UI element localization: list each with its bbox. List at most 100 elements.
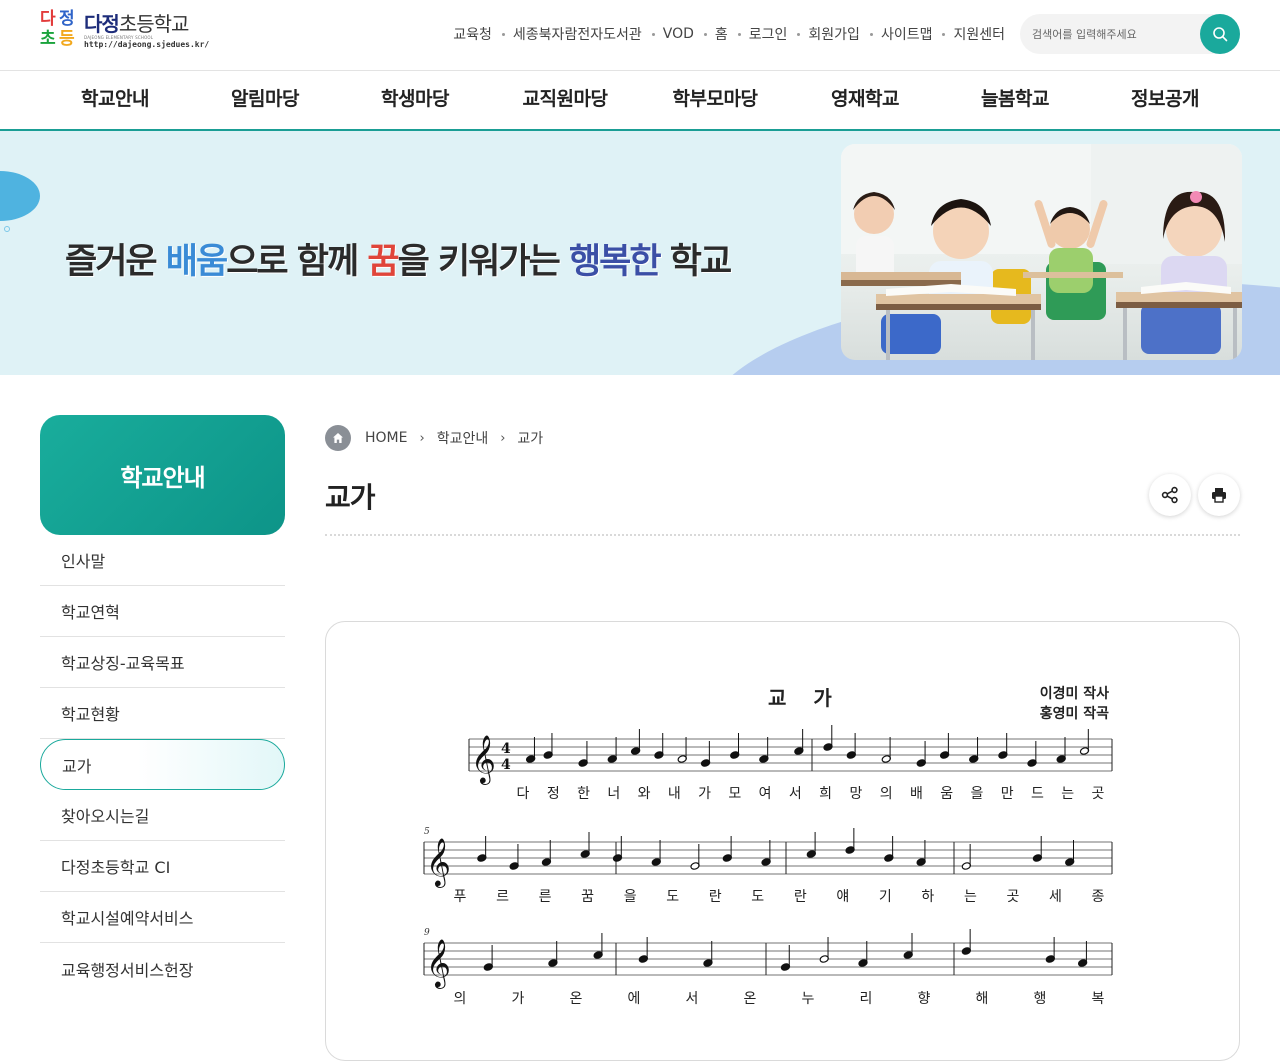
lyric-syllable: 누 [802, 991, 815, 1007]
util-link-e-library[interactable]: 세종북자람전자도서관 [492, 24, 642, 44]
breadcrumb-home[interactable]: HOME [365, 430, 407, 446]
lnb-title-box: 학교안내 [40, 415, 285, 535]
lyric-syllable: 곳 [1092, 786, 1105, 802]
gnb-school-info[interactable]: 학교안내 [40, 71, 190, 129]
breadcrumb-section[interactable]: 학교안내 [437, 428, 489, 448]
search-button[interactable] [1200, 14, 1240, 54]
lyric-syllable: 에 [628, 991, 641, 1007]
lyric-syllable: 드 [1031, 786, 1044, 802]
util-link-login[interactable]: 로그인 [728, 24, 788, 44]
lyric-syllable: 을 [971, 786, 984, 802]
gnb-staff[interactable]: 교직원마당 [490, 71, 640, 129]
util-link-sitemap[interactable]: 사이트맵 [860, 24, 933, 44]
lyric-syllable: 얘 [836, 889, 849, 905]
school-logo[interactable]: 다 정 초 등 다정초등학교 DAJEONG ELEMENTARY SCHOOL… [40, 10, 212, 52]
gnb-public-info[interactable]: 정보공개 [1090, 71, 1240, 129]
treble-clef-icon: 𝄞 [426, 837, 451, 888]
hero-slogan-part: 학교 [659, 242, 732, 282]
logo-mark: 다 정 초 등 [40, 11, 80, 51]
gnb-notice[interactable]: 알림마당 [190, 71, 340, 129]
side-menu-admin-charter[interactable]: 교육행정서비스헌장 [40, 943, 285, 994]
lyric-syllable: 란 [794, 889, 807, 905]
chevron-right-icon: › [419, 430, 425, 446]
lyric-syllable: 의 [454, 991, 467, 1007]
lyric-syllable: 서 [686, 991, 699, 1007]
lyric-syllable: 모 [728, 786, 741, 802]
lyric-syllable: 만 [1001, 786, 1014, 802]
hero-blob-decoration [0, 171, 40, 221]
util-link-edu-office[interactable]: 교육청 [453, 24, 492, 44]
lyric-syllable: 곳 [1006, 889, 1019, 905]
lyric-syllable: 도 [751, 889, 764, 905]
lyric-syllable: 내 [668, 786, 681, 802]
side-menu-symbols-goals[interactable]: 학교상징-교육목표 [40, 637, 285, 688]
lyric-syllable: 와 [638, 786, 651, 802]
lyric-syllable: 행 [1034, 991, 1047, 1007]
lyric-syllable: 다 [517, 786, 530, 802]
search-input[interactable] [1020, 14, 1200, 54]
util-link-home[interactable]: 홈 [694, 24, 728, 44]
lyric-syllable: 기 [879, 889, 892, 905]
hero-slogan-part: 즐거운 [65, 242, 166, 282]
share-button[interactable] [1149, 474, 1191, 516]
logo-mark-char: 초 [40, 29, 56, 49]
lyric-syllable: 란 [709, 889, 722, 905]
lyric-syllable: 움 [940, 786, 953, 802]
lyric-syllable: 망 [849, 786, 862, 802]
school-song-score: 교 가 이경미 작사 홍영미 작곡 𝄞 4 4 다 정 한 너 와 내 가 모 여 서 희 망 의 배 움 을 만 드 는… [325, 621, 1240, 1061]
lyric-syllable: 하 [921, 889, 934, 905]
gnb-gifted-school[interactable]: 영재학교 [790, 71, 940, 129]
lyric-syllable: 도 [666, 889, 679, 905]
lyric-syllable: 온 [744, 991, 757, 1007]
hero-banner: 즐거운 배움으로 함께 꿈을 키워가는 행복한 학교 [0, 131, 1280, 375]
logo-title: 다정초등학교 [84, 11, 189, 36]
lyric-syllable: 서 [789, 786, 802, 802]
time-signature-bottom: 4 [501, 757, 511, 773]
hero-slogan-part: 을 키워가는 [397, 242, 569, 282]
lyric-syllable: 는 [964, 889, 977, 905]
lnb-title: 학교안내 [120, 463, 205, 492]
title-divider [325, 534, 1240, 536]
print-button[interactable] [1198, 474, 1240, 516]
music-notation: 𝄞 44다 정 한 너 와 내 가 모 여 서 희 망 의 배 움 을 만 드 는 곳𝄞5푸 르 른 꿈 을 도 란 도 란 얘 기 하 는 곳 세… [423, 725, 1113, 1007]
lyric-syllable: 정 [547, 786, 560, 802]
share-icon [1161, 486, 1178, 504]
lyric-syllable: 너 [607, 786, 620, 802]
top-header: 다 정 초 등 다정초등학교 DAJEONG ELEMENTARY SCHOOL… [0, 0, 1280, 71]
lyric-syllable: 종 [1092, 889, 1105, 905]
measure-number: 9 [424, 928, 430, 938]
treble-clef-icon: 𝄞 [471, 734, 496, 785]
logo-mark-char: 등 [59, 29, 75, 49]
breadcrumb: HOME › 학교안내 › 교가 [325, 425, 543, 451]
treble-clef-icon: 𝄞 [426, 938, 451, 989]
side-menu-greeting[interactable]: 인사말 [40, 535, 285, 586]
gnb-afterschool-care[interactable]: 늘봄학교 [940, 71, 1090, 129]
util-link-support[interactable]: 지원센터 [932, 24, 1005, 44]
side-menu-directions[interactable]: 찾아오시는길 [40, 790, 285, 841]
hero-slogan: 즐거운 배움으로 함께 꿈을 키워가는 행복한 학교 [65, 233, 732, 284]
util-link-signup[interactable]: 회원가입 [787, 24, 860, 44]
util-link-vod[interactable]: VOD [642, 26, 694, 42]
side-menu-status[interactable]: 학교현황 [40, 688, 285, 739]
gnb-parents[interactable]: 학부모마당 [640, 71, 790, 129]
logo-mark-char: 정 [59, 9, 75, 29]
gnb-students[interactable]: 학생마당 [340, 71, 490, 129]
lyric-syllable: 을 [624, 889, 637, 905]
lyric-syllable: 복 [1092, 991, 1105, 1007]
side-menu-history[interactable]: 학교연혁 [40, 586, 285, 637]
lyric-syllable: 여 [759, 786, 772, 802]
lyric-syllable: 른 [539, 889, 552, 905]
side-menu-school-song[interactable]: 교가 [40, 739, 285, 790]
home-icon[interactable] [325, 425, 351, 451]
breadcrumb-current: 교가 [517, 431, 544, 447]
side-menu-school-ci[interactable]: 다정초등학교 CI [40, 841, 285, 892]
lyric-syllable: 세 [1049, 889, 1062, 905]
chevron-right-icon: › [500, 430, 506, 446]
search-box [1020, 14, 1240, 54]
side-menu-facility-reservation[interactable]: 학교시설예약서비스 [40, 892, 285, 943]
hero-slogan-part: 배움 [165, 242, 228, 282]
measure-number: 5 [424, 827, 430, 837]
lyric-syllable: 의 [880, 786, 893, 802]
hero-dot-decoration [4, 226, 10, 232]
lyric-syllable: 리 [860, 991, 873, 1007]
